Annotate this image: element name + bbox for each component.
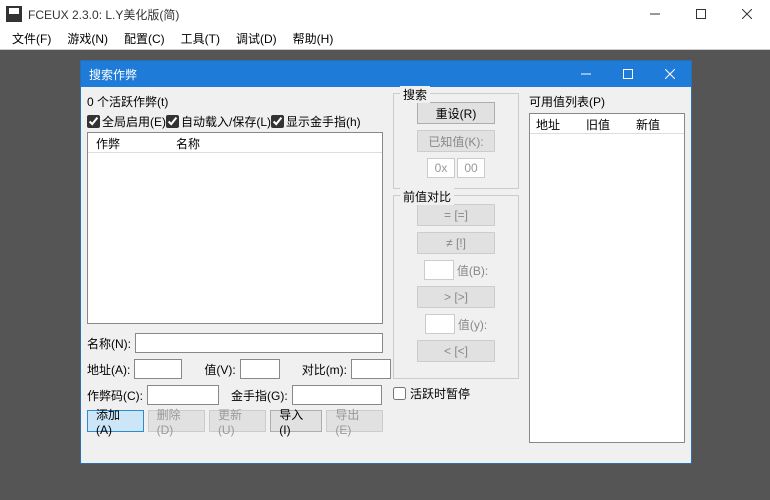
- value-label: 值(V):: [204, 361, 235, 378]
- global-enable-checkbox[interactable]: 全局启用(E): [87, 113, 166, 130]
- value-input[interactable]: [240, 359, 280, 379]
- value-b-label: 值(B):: [457, 262, 488, 279]
- pause-checkbox[interactable]: 活跃时暂停: [393, 385, 519, 402]
- col-cheat[interactable]: 作弊: [88, 133, 168, 152]
- addr-label: 地址(A):: [87, 361, 130, 378]
- hex-prefix: 0x: [427, 158, 455, 178]
- right-list-title: 可用值列表(P): [529, 93, 685, 110]
- search-group: 搜索 重设(R) 已知值(K): 0x 00: [393, 93, 519, 189]
- close-button[interactable]: [724, 0, 770, 28]
- menu-tools[interactable]: 工具(T): [173, 28, 228, 49]
- cmp-input[interactable]: [351, 359, 391, 379]
- main-window: FCEUX 2.3.0: L.Y美化版(简) 文件(F) 游戏(N) 配置(C)…: [0, 0, 770, 500]
- client-area: 搜索作弊 0 个活跃作弊(t) 全局启用(E) 自动载入/保存(L) 显示金手指…: [0, 50, 770, 500]
- value-y-label: 值(y):: [458, 316, 487, 333]
- code-input[interactable]: [147, 385, 219, 405]
- import-button[interactable]: 导入(I): [270, 410, 322, 432]
- dialog-titlebar: 搜索作弊: [81, 61, 691, 87]
- name-input[interactable]: [135, 333, 383, 353]
- search-legend: 搜索: [400, 86, 430, 103]
- dialog-minimize-button[interactable]: [565, 61, 607, 87]
- values-listview[interactable]: 地址 旧值 新值: [529, 113, 685, 443]
- active-cheats-label: 0 个活跃作弊(t): [87, 93, 383, 110]
- col-name[interactable]: 名称: [168, 133, 382, 152]
- gf-input[interactable]: [292, 385, 382, 405]
- delete-button[interactable]: 删除(D): [148, 410, 205, 432]
- gt-button[interactable]: > [>]: [417, 286, 495, 308]
- update-button[interactable]: 更新(U): [209, 410, 266, 432]
- menu-help[interactable]: 帮助(H): [285, 28, 342, 49]
- dialog-close-button[interactable]: [649, 61, 691, 87]
- reset-button[interactable]: 重设(R): [417, 102, 495, 124]
- gf-label: 金手指(G):: [231, 387, 288, 404]
- menu-config[interactable]: 配置(C): [116, 28, 173, 49]
- eq-button[interactable]: = [=]: [417, 204, 495, 226]
- menu-file[interactable]: 文件(F): [4, 28, 59, 49]
- menu-debug[interactable]: 调试(D): [228, 28, 285, 49]
- app-logo-icon: [6, 6, 22, 22]
- show-gamefinger-checkbox[interactable]: 显示金手指(h): [271, 113, 361, 130]
- cheat-listview[interactable]: 作弊 名称: [87, 132, 383, 324]
- ne-button[interactable]: ≠ [!]: [417, 232, 495, 254]
- add-button[interactable]: 添加(A): [87, 410, 144, 432]
- dialog-title: 搜索作弊: [89, 66, 565, 83]
- export-button[interactable]: 导出(E): [326, 410, 383, 432]
- col-addr[interactable]: 地址: [530, 114, 580, 133]
- maximize-button[interactable]: [678, 0, 724, 28]
- name-label: 名称(N):: [87, 335, 131, 352]
- dialog-maximize-button[interactable]: [607, 61, 649, 87]
- autoload-checkbox[interactable]: 自动载入/保存(L): [166, 113, 271, 130]
- minimize-button[interactable]: [632, 0, 678, 28]
- value-y-input[interactable]: [425, 314, 455, 334]
- menu-game[interactable]: 游戏(N): [59, 28, 116, 49]
- value-b-input[interactable]: [424, 260, 454, 280]
- compare-legend: 前值对比: [400, 188, 454, 205]
- lt-button[interactable]: < [<]: [417, 340, 495, 362]
- cmp-label: 对比(m):: [302, 361, 347, 378]
- main-titlebar: FCEUX 2.3.0: L.Y美化版(简): [0, 0, 770, 28]
- hex-value-input[interactable]: 00: [457, 158, 485, 178]
- known-value-button[interactable]: 已知值(K):: [417, 130, 495, 152]
- menubar: 文件(F) 游戏(N) 配置(C) 工具(T) 调试(D) 帮助(H): [0, 28, 770, 50]
- compare-group: 前值对比 = [=] ≠ [!] 值(B): > [>] 值(y): < [<]: [393, 195, 519, 379]
- col-old[interactable]: 旧值: [580, 114, 630, 133]
- code-label: 作弊码(C):: [87, 387, 143, 404]
- addr-input[interactable]: [134, 359, 182, 379]
- cheat-search-dialog: 搜索作弊 0 个活跃作弊(t) 全局启用(E) 自动载入/保存(L) 显示金手指…: [80, 60, 692, 464]
- col-new[interactable]: 新值: [630, 114, 680, 133]
- main-window-title: FCEUX 2.3.0: L.Y美化版(简): [28, 6, 632, 23]
